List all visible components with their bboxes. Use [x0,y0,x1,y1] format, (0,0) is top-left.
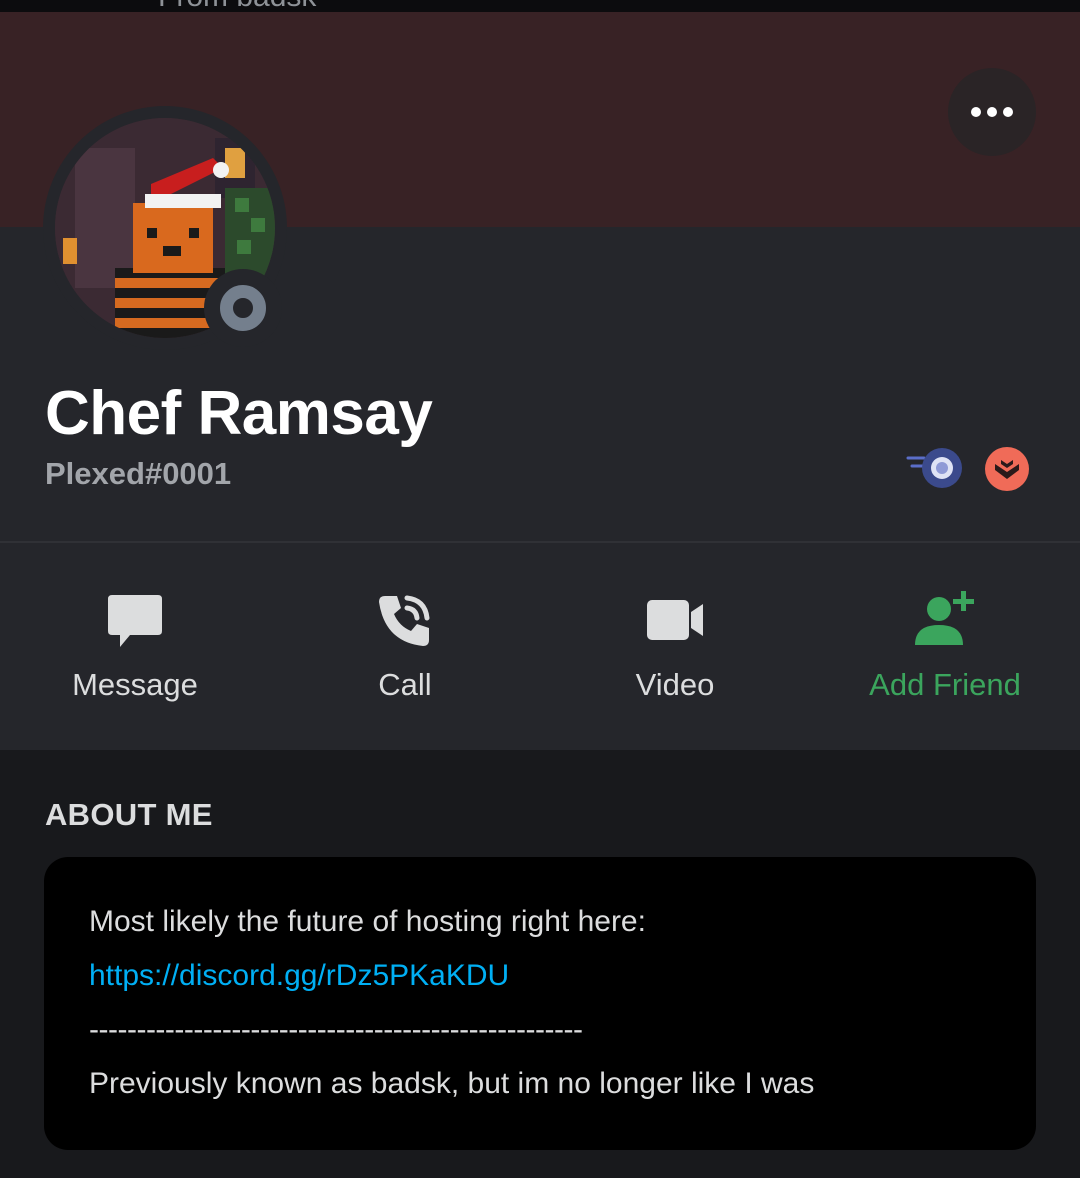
video-camera-icon [540,587,810,653]
display-name: Chef Ramsay [45,379,433,448]
about-line-2: Previously known as badsk, but im no lon… [89,1067,815,1100]
top-strip: From badsk [0,0,1080,12]
phone-icon [270,587,540,653]
about-me-box: Most likely the future of hosting right … [44,857,1036,1150]
message-icon [0,587,270,653]
about-separator: ----------------------------------------… [89,1013,583,1046]
call-button[interactable]: Call [270,543,540,750]
video-button[interactable]: Video [540,543,810,750]
more-dots-icon [971,107,1013,117]
hypesquad-balance-badge-icon[interactable] [906,446,966,490]
message-label: Message [72,667,198,702]
action-bar: Message Call Video Add Friend [0,543,1080,750]
about-line-1: Most likely the future of hosting right … [89,905,646,938]
add-friend-button[interactable]: Add Friend [810,543,1080,750]
add-friend-label: Add Friend [869,667,1021,702]
bug-hunter-badge-icon[interactable] [984,446,1030,492]
call-label: Call [378,667,432,702]
offline-status-icon [220,285,266,331]
about-me-heading: ABOUT ME [45,797,213,832]
add-friend-icon [810,587,1080,653]
top-strip-text: From badsk [158,0,316,12]
video-label: Video [635,667,715,702]
message-button[interactable]: Message [0,543,270,750]
status-indicator [204,269,282,347]
more-options-button[interactable] [948,68,1036,156]
user-tag: Plexed#0001 [45,456,232,491]
invite-link[interactable]: https://discord.gg/rDz5PKaKDU [89,959,509,993]
